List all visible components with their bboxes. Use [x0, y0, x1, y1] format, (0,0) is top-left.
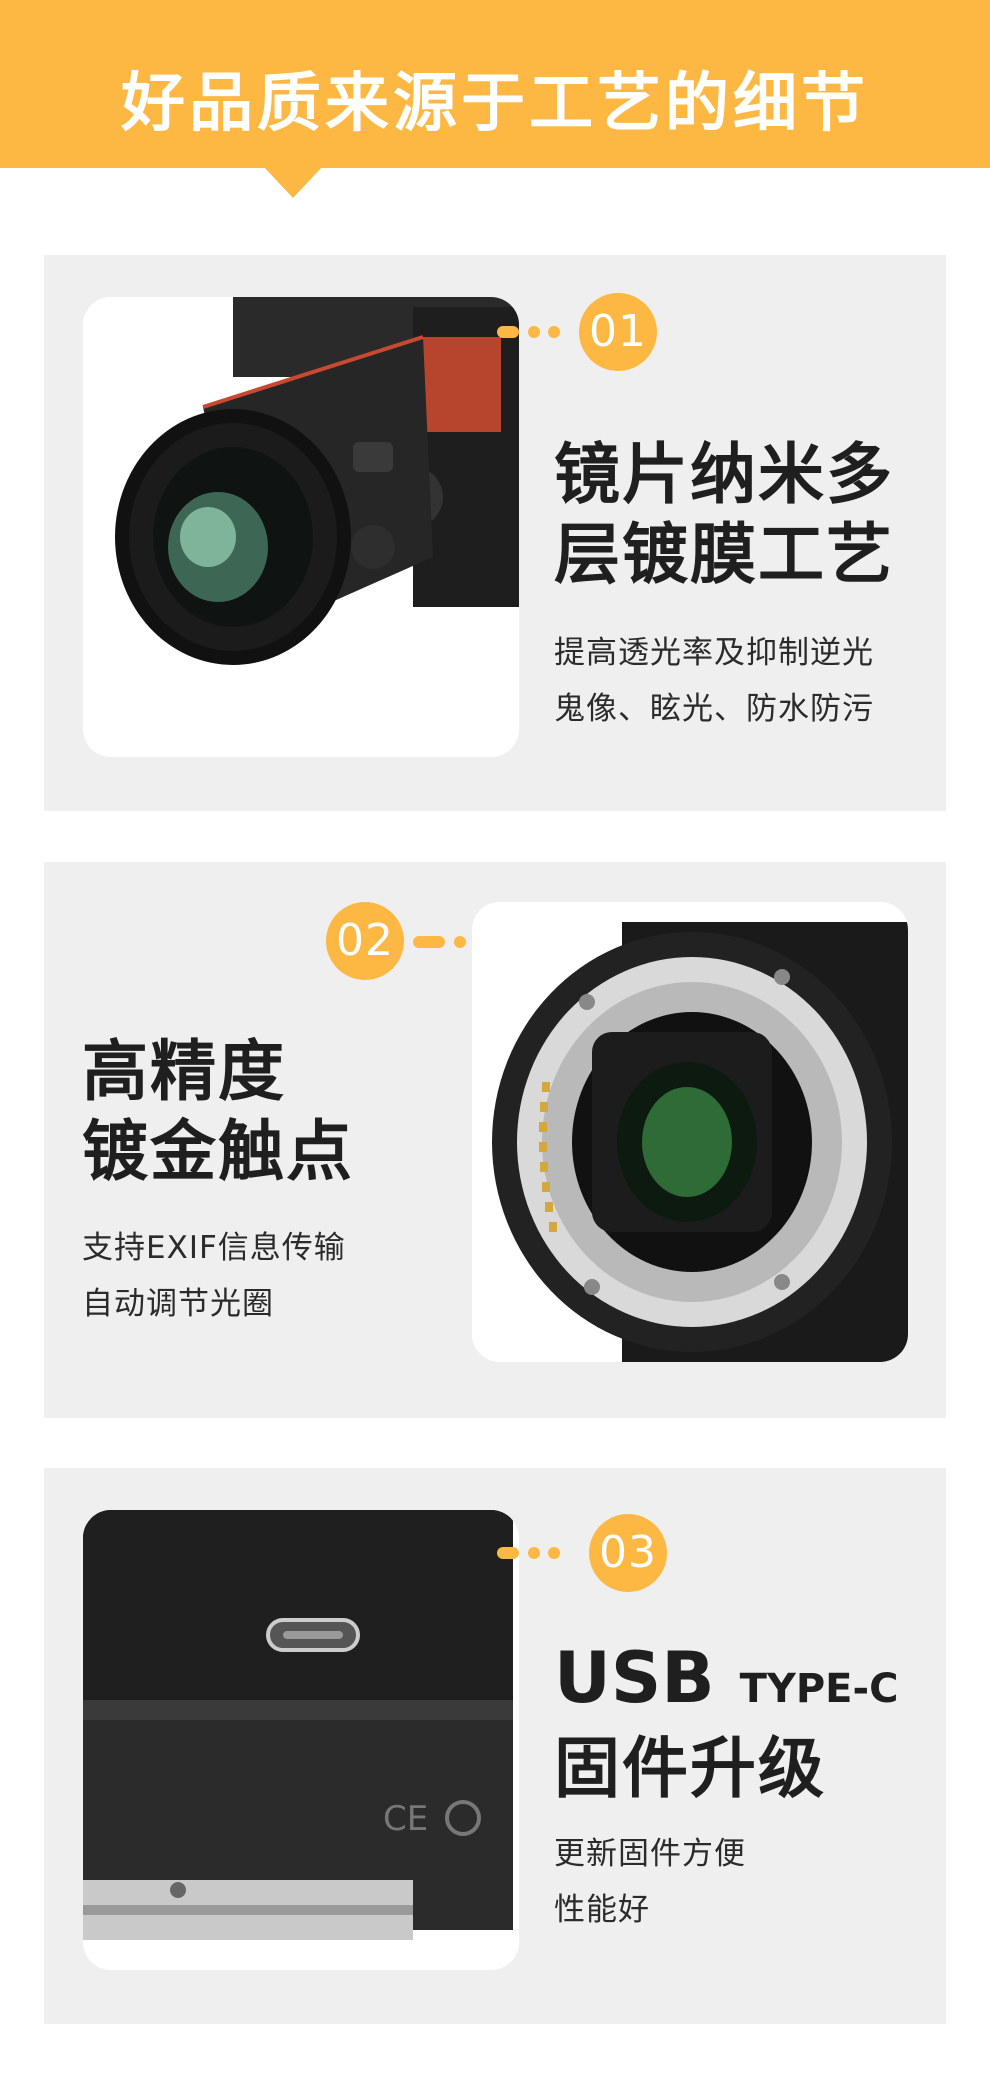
feature-number-badge: 02	[326, 902, 404, 980]
connector-dash	[497, 1547, 519, 1559]
banner-pointer	[263, 166, 323, 198]
description-line: 性能好	[554, 1892, 650, 1928]
usb-c-port-icon: CE	[83, 1510, 519, 1970]
connector-dot	[528, 1547, 540, 1559]
heading-line: USB TYPE-C	[554, 1638, 898, 1729]
feature-description: 支持EXIF信息传输 自动调节光圈	[82, 1220, 346, 1332]
connector-dot	[548, 1547, 560, 1559]
lens-front-photo	[83, 297, 519, 757]
connector-dot	[548, 326, 560, 338]
feature-card-coating: 01 镜片纳米多 层镀膜工艺 提高透光率及抑制逆光 鬼像、眩光、防水防污	[44, 255, 946, 811]
description-line: 鬼像、眩光、防水防污	[554, 691, 874, 727]
connector-dot	[454, 936, 466, 948]
feature-heading: 镜片纳米多 层镀膜工艺	[554, 435, 894, 595]
page-title: 好品质来源于工艺的细节	[121, 67, 869, 141]
feature-card-usb: CE 03 USB TYPE-C 固件升级 更新固件方便 性能好	[44, 1468, 946, 2024]
feature-description: 提高透光率及抑制逆光 鬼像、眩光、防水防污	[554, 625, 874, 737]
feature-description: 更新固件方便 性能好	[554, 1826, 746, 1938]
description-line: 提高透光率及抑制逆光	[554, 635, 874, 671]
feature-number-badge: 03	[589, 1514, 667, 1592]
type-c-label: TYPE-C	[739, 1666, 899, 1712]
header-banner: 好品质来源于工艺的细节	[0, 0, 990, 168]
description-line: 自动调节光圈	[82, 1286, 274, 1322]
heading-line: 镜片纳米多	[554, 436, 894, 513]
connector-dash	[497, 326, 519, 338]
lens-front-icon	[83, 297, 519, 757]
connector-dot	[528, 326, 540, 338]
heading-line: 高精度	[82, 1033, 286, 1110]
usb-c-port-photo: CE	[83, 1510, 519, 1970]
usb-label: USB	[554, 1637, 715, 1719]
feature-heading: USB TYPE-C 固件升级	[554, 1638, 898, 1809]
heading-line: 镀金触点	[82, 1113, 354, 1190]
description-line: 支持EXIF信息传输	[82, 1230, 346, 1266]
lens-mount-icon	[472, 902, 908, 1362]
heading-line: 固件升级	[554, 1730, 826, 1807]
feature-card-contacts: 02 高精度 镀金触点 支持EXIF信息传输 自动调节光圈	[44, 862, 946, 1418]
heading-line: 层镀膜工艺	[554, 516, 894, 593]
connector-dash	[413, 936, 445, 948]
feature-number-badge: 01	[579, 293, 657, 371]
lens-mount-photo	[472, 902, 908, 1362]
description-line: 更新固件方便	[554, 1836, 746, 1872]
svg-text:CE: CE	[383, 1799, 428, 1839]
feature-heading: 高精度 镀金触点	[82, 1032, 354, 1192]
